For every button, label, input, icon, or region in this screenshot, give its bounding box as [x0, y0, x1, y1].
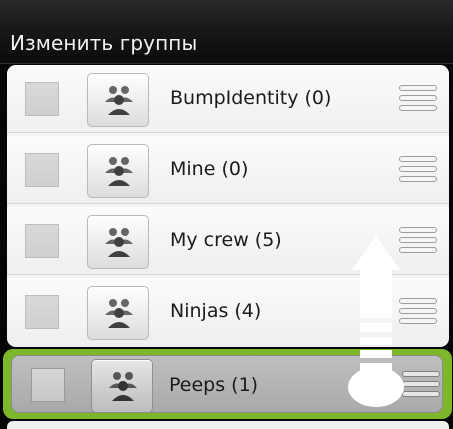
next-row-edge	[7, 421, 449, 429]
group-people-icon	[91, 359, 153, 413]
page-title: Изменить группы	[10, 31, 198, 55]
group-people-icon-glyph	[105, 228, 133, 257]
group-name: Peeps (1)	[169, 374, 259, 396]
group-checkbox[interactable]	[25, 82, 59, 116]
group-row-bumpidentity[interactable]: BumpIdentity (0)	[7, 65, 449, 133]
drag-up-arrow-hint	[348, 236, 404, 407]
group-people-icon-glyph	[105, 157, 133, 186]
drag-handle-icon[interactable]	[399, 85, 437, 113]
group-name: Mine (0)	[170, 158, 249, 180]
group-checkbox[interactable]	[25, 153, 59, 187]
group-people-icon	[87, 215, 149, 269]
group-row-mine[interactable]: Mine (0)	[7, 136, 449, 204]
group-people-icon-glyph	[109, 372, 137, 401]
group-name: Ninjas (4)	[170, 300, 262, 322]
group-people-icon-glyph	[105, 299, 133, 328]
group-people-icon	[87, 144, 149, 198]
group-checkbox[interactable]	[31, 368, 65, 402]
title-bar: Изменить группы	[0, 0, 453, 64]
drag-handle-icon[interactable]	[399, 156, 437, 184]
group-people-icon	[87, 286, 149, 340]
group-name: My crew (5)	[170, 229, 282, 251]
group-checkbox[interactable]	[25, 224, 59, 258]
group-people-icon	[87, 73, 149, 127]
group-checkbox[interactable]	[25, 295, 59, 329]
group-name: BumpIdentity (0)	[170, 87, 332, 109]
group-people-icon-glyph	[105, 86, 133, 115]
